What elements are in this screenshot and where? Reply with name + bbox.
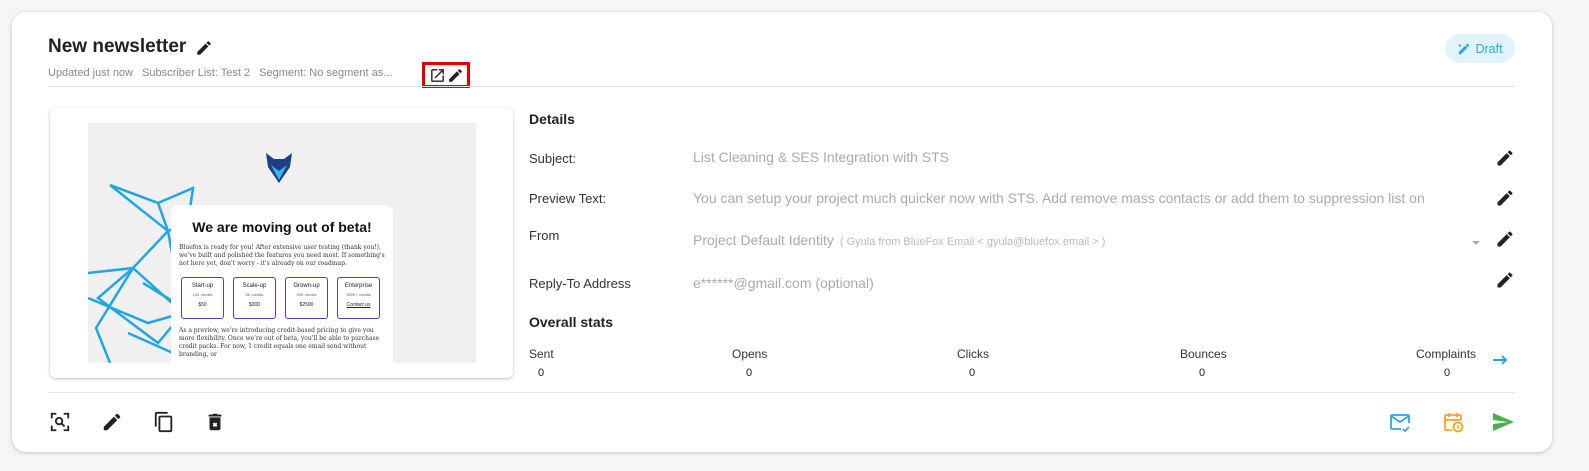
stat-label: Opens bbox=[732, 347, 768, 361]
email-preview-canvas: We are moving out of beta! Bluefox is re… bbox=[88, 123, 476, 363]
title-edit-pencil-icon[interactable] bbox=[195, 39, 213, 57]
test-email-icon bbox=[1390, 414, 1410, 433]
reply-to-edit-pencil-icon[interactable] bbox=[1495, 270, 1515, 290]
from-value: Project Default Identity bbox=[693, 232, 834, 248]
tier-name: Scale-up bbox=[242, 283, 267, 289]
subject-label: Subject: bbox=[529, 151, 576, 166]
duplicate-button[interactable] bbox=[151, 409, 177, 435]
tier-name: Start-up bbox=[191, 283, 214, 289]
schedule-icon bbox=[1444, 413, 1464, 433]
tier-credits: 50K credits bbox=[296, 292, 317, 297]
chevron-down-icon[interactable] bbox=[1471, 238, 1481, 248]
reply-to-label: Reply-To Address bbox=[529, 276, 631, 291]
edit-button[interactable] bbox=[99, 409, 125, 435]
arrow-right-icon[interactable] bbox=[1491, 352, 1511, 368]
delete-button[interactable] bbox=[202, 409, 228, 435]
edit-pencil-icon bbox=[103, 413, 121, 431]
pricing-tier: Grown-up 50K credits $2500 bbox=[285, 277, 328, 319]
preview-text-label: Preview Text: bbox=[529, 191, 607, 206]
campaign-card: New newsletter Updated just now Subscrib… bbox=[12, 12, 1552, 452]
from-identity: ( Gyula from BlueFox Email < gyula@bluef… bbox=[839, 236, 1106, 248]
updated-text: Updated just now bbox=[48, 67, 133, 79]
stat-label: Clicks bbox=[957, 347, 989, 361]
meta-edit-pencil-icon[interactable] bbox=[447, 67, 464, 84]
tier-price: $50 bbox=[198, 302, 207, 308]
send-icon bbox=[1493, 413, 1514, 431]
subject-edit-pencil-icon[interactable] bbox=[1495, 148, 1515, 168]
status-badge-label: Draft bbox=[1475, 41, 1503, 56]
open-in-new-icon[interactable] bbox=[429, 67, 446, 84]
meta-actions-highlight bbox=[422, 62, 470, 88]
stat-label: Bounces bbox=[1180, 347, 1227, 361]
stat-bounces: Bounces 0 bbox=[1180, 347, 1270, 379]
campaign-meta: Updated just now Subscriber List: Test 2… bbox=[48, 67, 398, 79]
pricing-tier: Start-up 10K credits $50 bbox=[181, 277, 224, 319]
tier-price: Contact us bbox=[346, 302, 371, 308]
stat-value: 0 bbox=[1444, 367, 1451, 379]
header-divider bbox=[48, 86, 1515, 87]
send-button[interactable] bbox=[1490, 409, 1516, 435]
stat-clicks: Clicks 0 bbox=[957, 347, 1047, 379]
draft-icon bbox=[1458, 43, 1470, 54]
reply-to-field[interactable]: e******@gmail.com (optional) bbox=[693, 275, 1486, 291]
overall-stats-heading: Overall stats bbox=[529, 314, 614, 330]
from-edit-pencil-icon[interactable] bbox=[1495, 229, 1515, 249]
tier-credits: 5K credits bbox=[245, 292, 264, 297]
status-badge: Draft bbox=[1445, 34, 1515, 63]
tier-credits: 10K credits bbox=[192, 292, 213, 297]
send-test-email-button[interactable] bbox=[1387, 409, 1413, 435]
tier-credits: 100K+ credits bbox=[346, 292, 371, 297]
tier-name: Grown-up bbox=[293, 283, 320, 289]
delete-icon bbox=[208, 413, 222, 431]
email-preview-outro: As a preview, we're introducing credit-b… bbox=[179, 327, 380, 358]
tier-price: $300 bbox=[248, 302, 261, 308]
stat-value: 0 bbox=[746, 367, 753, 379]
from-label: From bbox=[529, 228, 560, 243]
segment-text: Segment: No segment as... bbox=[259, 67, 393, 79]
preview-zoom-button[interactable] bbox=[47, 409, 73, 435]
preview-text-value: You can setup your project much quicker … bbox=[693, 190, 1425, 206]
pricing-tiers: Start-up 10K credits $50 Scale-up 5K cre… bbox=[181, 277, 385, 319]
footer-divider bbox=[48, 392, 1515, 393]
pricing-tier: Enterprise 100K+ credits Contact us bbox=[337, 277, 380, 319]
from-select[interactable]: Project Default Identity ( Gyula from Blu… bbox=[693, 232, 1486, 248]
schedule-button[interactable] bbox=[1440, 409, 1466, 435]
stat-sent: Sent 0 bbox=[529, 347, 619, 379]
tier-name: Enterprise bbox=[344, 283, 373, 289]
subject-value: List Cleaning & SES Integration with STS bbox=[693, 149, 950, 165]
preview-zoom-icon bbox=[50, 412, 70, 432]
email-preview-thumbnail[interactable]: We are moving out of beta! Bluefox is re… bbox=[50, 108, 513, 378]
stat-value: 0 bbox=[969, 367, 976, 379]
pricing-tier: Scale-up 5K credits $300 bbox=[233, 277, 276, 319]
email-preview-heading: We are moving out of beta! bbox=[192, 219, 372, 235]
tier-price: $2500 bbox=[299, 302, 314, 308]
stat-value: 0 bbox=[538, 367, 545, 379]
duplicate-icon bbox=[154, 411, 173, 433]
details-heading: Details bbox=[529, 111, 575, 127]
email-preview-content: We are moving out of beta! Bluefox is re… bbox=[171, 205, 393, 363]
preview-text-edit-pencil-icon[interactable] bbox=[1495, 188, 1515, 208]
stat-value: 0 bbox=[1199, 367, 1206, 379]
stat-label: Sent bbox=[529, 347, 554, 361]
stat-opens: Opens 0 bbox=[732, 347, 822, 379]
subscriber-list-text: Subscriber List: Test 2 bbox=[142, 67, 251, 79]
email-preview-intro: Bluefox is ready for you! After extensiv… bbox=[179, 244, 385, 267]
campaign-title: New newsletter bbox=[48, 36, 187, 57]
